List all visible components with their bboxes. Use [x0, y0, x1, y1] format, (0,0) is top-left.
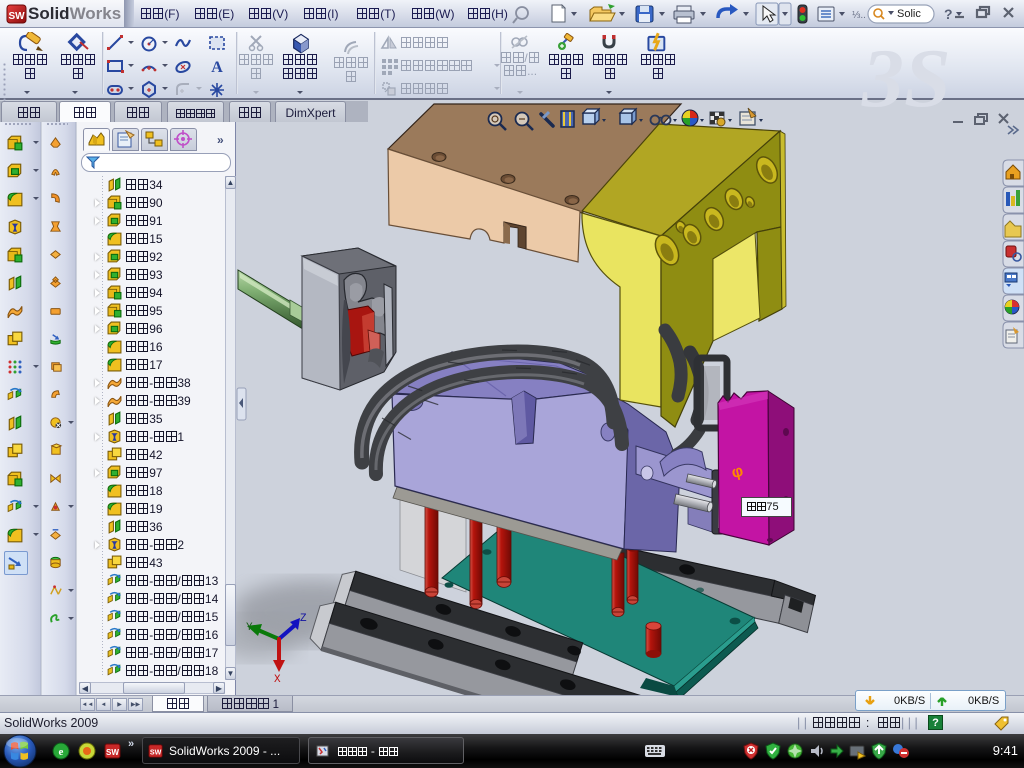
- svg-text:Solic: Solic: [897, 8, 921, 20]
- svg-text:e: e: [59, 746, 64, 758]
- svg-text:SW: SW: [150, 749, 162, 757]
- svg-text:SW: SW: [106, 748, 119, 757]
- svg-text:Y: Y: [246, 622, 253, 634]
- svg-text:⅓..: ⅓..: [852, 10, 866, 21]
- svg-text:X: X: [274, 674, 281, 686]
- svg-text:A: A: [211, 59, 223, 75]
- svg-text:SW: SW: [8, 11, 25, 22]
- svg-text:Z: Z: [300, 613, 307, 625]
